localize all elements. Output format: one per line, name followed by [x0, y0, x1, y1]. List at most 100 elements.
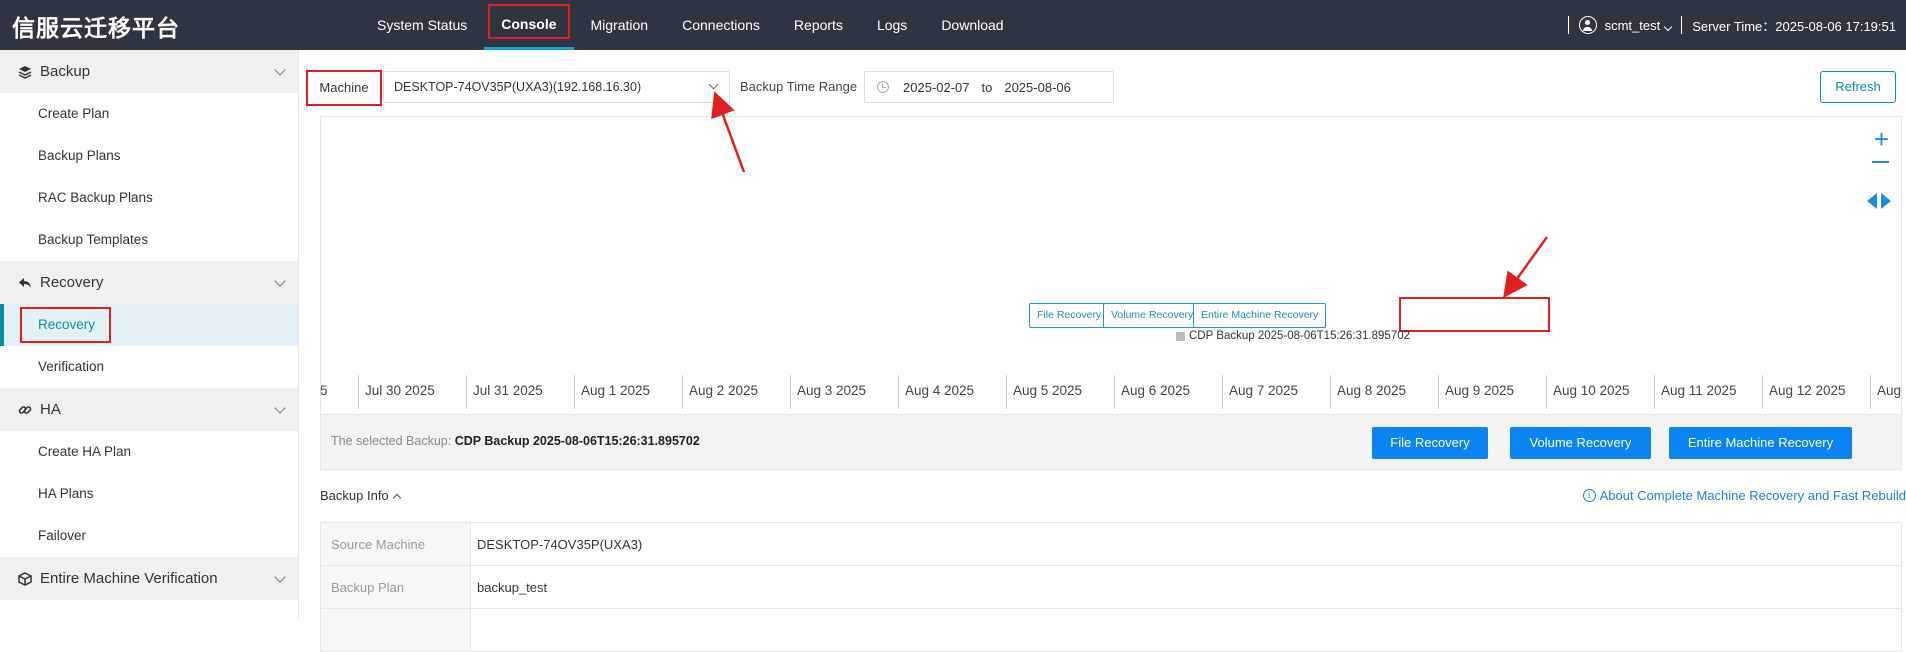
backup-timeline[interactable]: + File Recovery Volume Recovery Entire M… [320, 116, 1902, 414]
sidebar-group-entire-machine-verification[interactable]: Entire Machine Verification [0, 557, 298, 600]
machine-label: Machine [306, 70, 382, 106]
tick: Aug 10 2025 [1546, 375, 1630, 409]
tick-label: Aug 10 2025 [1553, 383, 1630, 398]
sidebar-group-backup[interactable]: Backup [0, 50, 298, 93]
tick-label: Aug 2 2025 [689, 383, 759, 398]
tick: Aug 3 2025 [790, 375, 866, 409]
sidebar-group-label: HA [40, 401, 61, 418]
sidebar: Backup Create Plan Backup Plans RAC Back… [0, 50, 299, 619]
volume-recovery-button[interactable]: Volume Recovery [1510, 427, 1651, 459]
tick-label: Aug 3 2025 [797, 383, 867, 398]
nav-system-status[interactable]: System Status [360, 0, 484, 50]
timeline-pan-icon[interactable] [1865, 192, 1893, 210]
timeline-volume-recovery-button[interactable]: Volume Recovery [1103, 303, 1202, 328]
tick-label: Aug 7 2025 [1229, 383, 1299, 398]
nav-migration[interactable]: Migration [574, 0, 666, 50]
tick-label: Aug 1 2025 [581, 383, 651, 398]
link-icon [18, 405, 32, 414]
selected-backup-value: CDP Backup 2025-08-06T15:26:31.895702 [454, 434, 700, 448]
timeline-file-recovery-button[interactable]: File Recovery [1029, 303, 1110, 328]
sidebar-item-create-ha-plan[interactable]: Create HA Plan [0, 431, 298, 473]
tick-label: Aug 11 2025 [1661, 383, 1737, 398]
refresh-button[interactable]: Refresh [1820, 71, 1896, 103]
user-menu[interactable]: scmt_test [1604, 17, 1673, 33]
backup-info-table: Source Machine DESKTOP-74OV35P(UXA3) Bac… [320, 522, 1902, 652]
app-title: 信服云迁移平台 [12, 15, 180, 41]
backup-info-title: Backup Info [320, 488, 389, 503]
sidebar-item-create-plan[interactable]: Create Plan [0, 93, 298, 135]
sidebar-item-recovery[interactable]: Recovery [0, 304, 298, 346]
main-nav: System Status Console Migration Connecti… [360, 0, 1021, 50]
chevron-down-icon [708, 79, 719, 90]
sidebar-item-ha-plans[interactable]: HA Plans [0, 473, 298, 515]
nav-logs[interactable]: Logs [860, 0, 924, 50]
main-content: Machine DESKTOP-74OV35P(UXA3)(192.168.16… [300, 50, 1906, 652]
sidebar-group-label: Backup [40, 63, 91, 80]
zoom-in-icon[interactable]: + [1874, 126, 1889, 152]
selected-backup-label: The selected Backup: [331, 434, 452, 448]
machine-select-value: DESKTOP-74OV35P(UXA3)(192.168.16.30) [394, 80, 642, 94]
tick: Aug 4 2025 [898, 375, 974, 409]
reply-icon [19, 277, 31, 288]
chevron-down-icon [274, 64, 286, 76]
sidebar-group-recovery[interactable]: Recovery [0, 261, 298, 304]
selected-backup-text: The selected Backup: CDP Backup 2025-08-… [331, 434, 700, 448]
sidebar-item-verification[interactable]: Verification [0, 346, 298, 388]
tick: Aug 11 2025 [1654, 375, 1737, 409]
user-icon [1578, 16, 1597, 34]
file-recovery-button[interactable]: File Recovery [1372, 427, 1488, 459]
timeline-entire-machine-recovery-button[interactable]: Entire Machine Recovery [1193, 303, 1327, 328]
top-right-area: scmt_test Server Time：2025-08-06 17:19:5… [1558, 0, 1896, 50]
username: scmt_test [1604, 17, 1661, 33]
sidebar-item-backup-templates[interactable]: Backup Templates [0, 219, 298, 261]
chevron-down-icon [1663, 22, 1673, 31]
sidebar-group-ha[interactable]: HA [0, 388, 298, 431]
range-end-date[interactable]: 2025-08-06 [1004, 80, 1071, 95]
sidebar-item-backup-plans[interactable]: Backup Plans [0, 135, 298, 177]
date-range-picker[interactable]: 2025-02-07 to 2025-08-06 [864, 71, 1114, 103]
divider [1681, 16, 1683, 34]
about-recovery-link[interactable]: i About Complete Machine Recovery and Fa… [1582, 488, 1906, 503]
sidebar-item-failover[interactable]: Failover [0, 515, 298, 557]
highlight-box [1399, 297, 1550, 332]
highlight-box [20, 307, 111, 343]
machine-select[interactable]: DESKTOP-74OV35P(UXA3)(192.168.16.30) [383, 71, 730, 103]
tick-label: Aug [1877, 383, 1902, 398]
tick: Aug 1 2025 [574, 375, 650, 409]
entire-machine-recovery-button[interactable]: Entire Machine Recovery [1669, 427, 1852, 459]
sidebar-group-label: Entire Machine Verification [40, 570, 218, 587]
nav-connections[interactable]: Connections [665, 0, 777, 50]
nav-reports[interactable]: Reports [777, 0, 860, 50]
server-time: Server Time：2025-08-06 17:19:51 [1692, 18, 1896, 34]
tick-label: Aug 6 2025 [1121, 383, 1191, 398]
tick-label: Aug 4 2025 [905, 383, 975, 398]
sidebar-item-rac-backup-plans[interactable]: RAC Backup Plans [0, 177, 298, 219]
range-start-date[interactable]: 2025-02-07 [903, 80, 970, 95]
tick-label: 5 [320, 383, 328, 398]
table-row [320, 608, 1902, 652]
info-value: DESKTOP-74OV35P(UXA3) [470, 522, 1902, 566]
backup-point-swatch [1176, 331, 1185, 341]
info-key: Source Machine [320, 522, 471, 566]
layers-icon [18, 65, 32, 79]
info-value: backup_test [470, 565, 1902, 609]
about-recovery-link-label: About Complete Machine Recovery and Fast… [1599, 488, 1906, 503]
tick: Jul 30 2025 [358, 375, 435, 409]
backup-info-toggle[interactable]: Backup Info [320, 488, 401, 503]
chevron-down-icon [274, 402, 286, 414]
chevron-down-icon [274, 275, 286, 287]
tick-label: Aug 8 2025 [1337, 383, 1407, 398]
clock-icon [877, 81, 889, 93]
nav-download[interactable]: Download [924, 0, 1020, 50]
zoom-out-icon[interactable] [1872, 161, 1889, 163]
info-icon: i [1582, 489, 1596, 502]
tick: Jul 31 2025 [466, 375, 543, 409]
nav-console[interactable]: Console [484, 0, 574, 50]
tick-label: Aug 12 2025 [1769, 383, 1846, 398]
tick: Aug 7 2025 [1222, 375, 1298, 409]
tick: Aug 9 2025 [1438, 375, 1514, 409]
tick-label: Aug 9 2025 [1445, 383, 1515, 398]
tick: Aug 12 2025 [1762, 375, 1846, 409]
backup-point-marker[interactable]: CDP Backup 2025-08-06T15:26:31.895702 [1176, 330, 1410, 342]
filter-row: Machine DESKTOP-74OV35P(UXA3)(192.168.16… [306, 70, 1906, 106]
